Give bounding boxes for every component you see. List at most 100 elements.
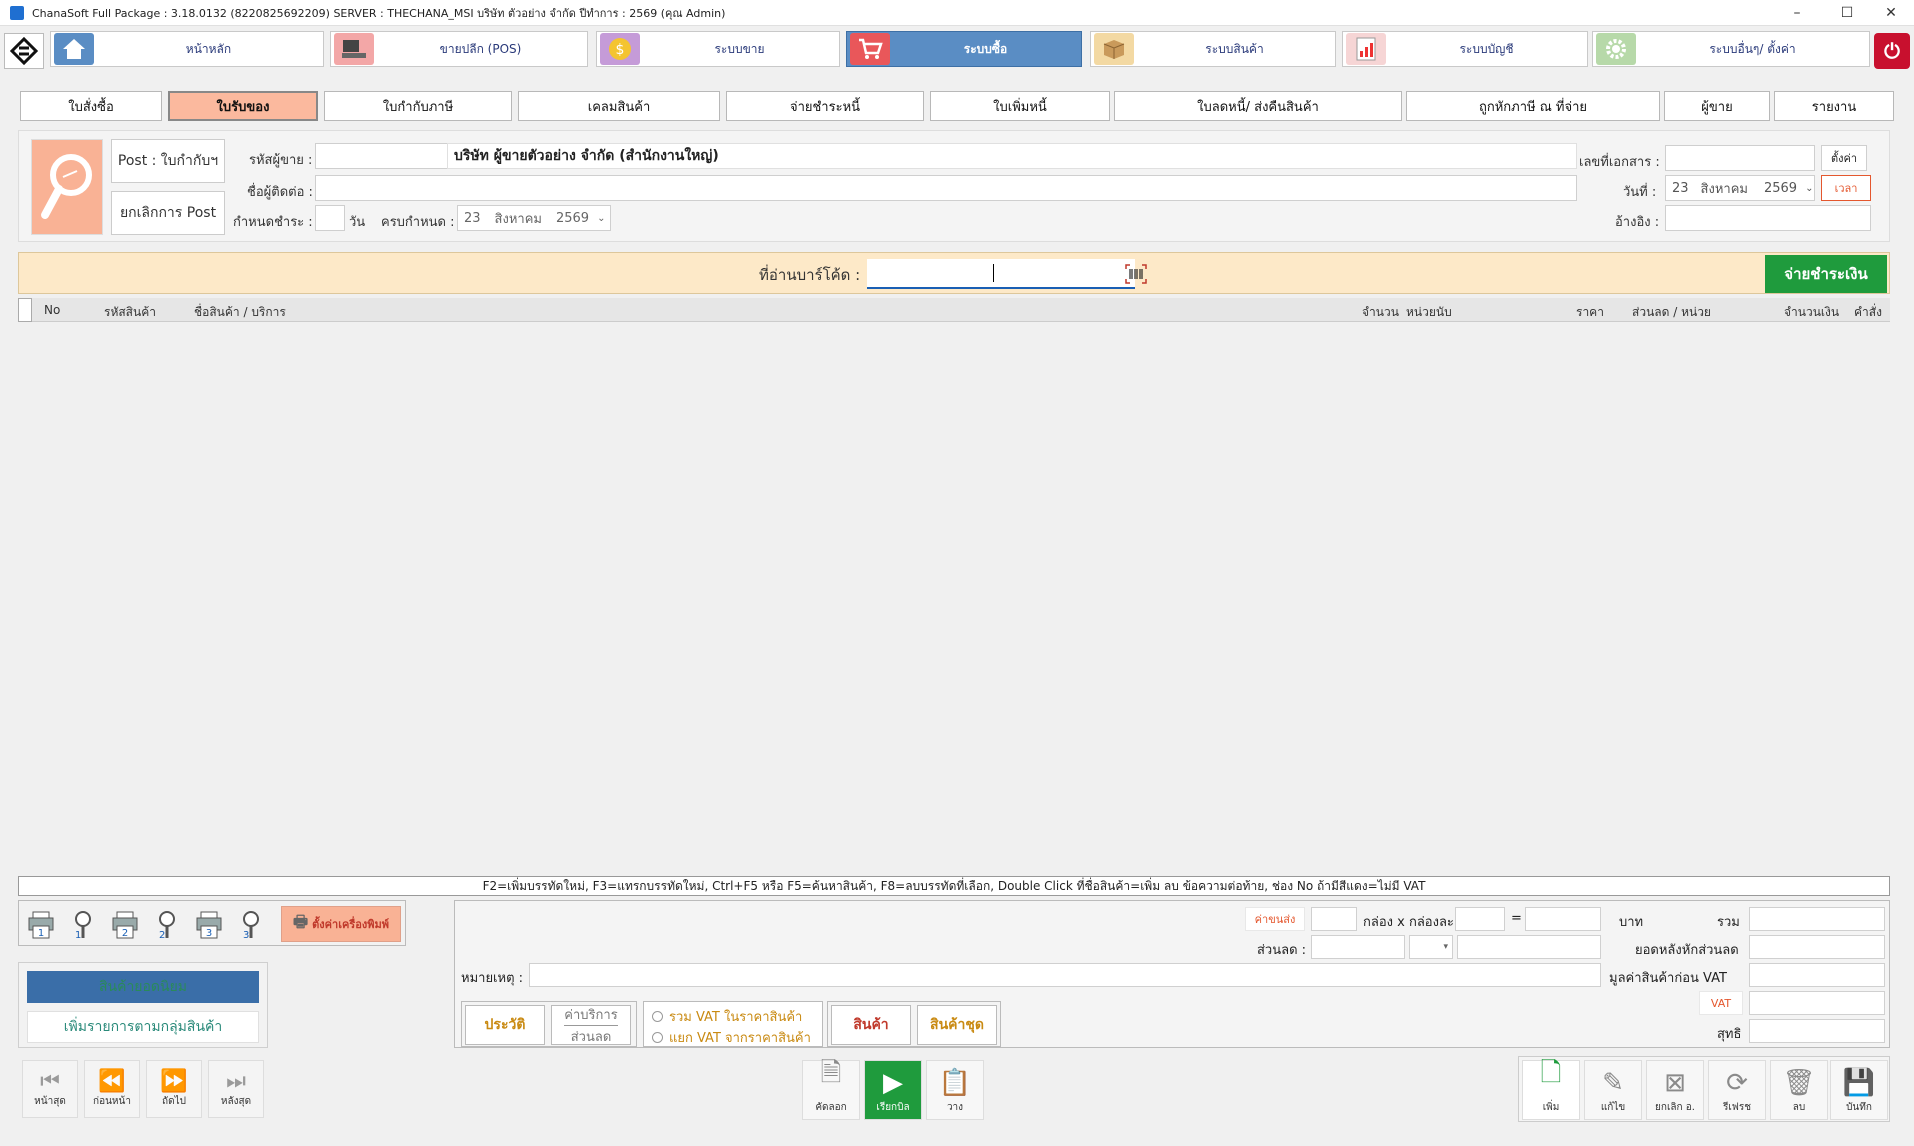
history-button[interactable]: ประวัติ (465, 1005, 545, 1045)
due-day: 23 (464, 210, 481, 226)
cancel-post-button[interactable]: ยกเลิกการ Post (111, 191, 225, 235)
nav-next-button[interactable]: ⏩ ถัดไป (146, 1060, 202, 1118)
add-button[interactable]: 🗋 เพิ่ม (1522, 1058, 1580, 1120)
discount-amount-input[interactable] (1457, 935, 1601, 959)
nav-last-button[interactable]: ⏭ หลังสุด (208, 1060, 264, 1118)
printer-setup-button[interactable]: 🖶 ตั้งค่าเครื่องพิมพ์ (281, 906, 401, 942)
tab-credit-note[interactable]: ใบลดหนี้/ ส่งคืนสินค้า (1114, 91, 1402, 121)
product-button[interactable]: สินค้า (831, 1005, 911, 1045)
tab-report[interactable]: รายงาน (1774, 91, 1894, 121)
doc-number-label: เลขที่เอกสาร : (1579, 155, 1660, 170)
product-shortcut-panel: สินค้ายอดนิยม เพิ่มรายการตามกลุ่มสินค้า (18, 962, 268, 1048)
logo-button[interactable] (4, 33, 44, 69)
refresh-button[interactable]: ⟳ รีเฟรช (1708, 1060, 1766, 1120)
menu-sales[interactable]: $ ระบบขาย (596, 31, 840, 67)
doc-date-picker[interactable]: 23 สิงหาคม 2569 ⌄ (1665, 175, 1815, 201)
void-button[interactable]: ⊠ ยกเลิก อ. (1646, 1060, 1704, 1120)
print-button-2[interactable]: 2 (107, 906, 143, 942)
add-by-group-button[interactable]: เพิ่มรายการตามกลุ่มสินค้า (27, 1011, 259, 1043)
vat-included-radio[interactable]: รวม VAT ในราคาสินค้า (652, 1006, 802, 1027)
payment-term-days-input[interactable] (315, 205, 345, 231)
paste-button[interactable]: 📋 วาง (926, 1060, 984, 1120)
service-discount-label: ส่วนลด (570, 1029, 612, 1045)
note-input[interactable] (529, 963, 1601, 987)
tab-debit-note[interactable]: ใบเพิ่มหนี้ (930, 91, 1110, 121)
doc-number-input[interactable] (1665, 145, 1815, 171)
contact-input[interactable] (315, 175, 1577, 201)
nav-previous-button[interactable]: ⏪ ก่อนหน้า (84, 1060, 140, 1118)
due-date-label: ครบกำหนด : (381, 215, 455, 230)
menu-home[interactable]: หน้าหลัก (50, 31, 324, 67)
shipping-button[interactable]: ค่าขนส่ง (1245, 907, 1305, 931)
menu-inventory[interactable]: ระบบสินค้า (1090, 31, 1336, 67)
due-date-picker[interactable]: 23 สิงหาคม 2569 ⌄ (457, 205, 611, 231)
popular-products-button[interactable]: สินค้ายอดนิยม (27, 971, 259, 1003)
select-all-checkbox[interactable] (18, 298, 32, 322)
minimize-button[interactable]: – (1774, 0, 1820, 26)
items-grid-body[interactable] (18, 322, 1890, 876)
tab-withholding-tax[interactable]: ถูกหักภาษี ณ ที่จ่าย (1406, 91, 1660, 121)
delete-button[interactable]: 🗑 ลบ (1770, 1060, 1828, 1120)
vendor-code-label: รหัสผู้ขาย : (249, 153, 313, 168)
before-vat-label: มูลค่าสินค้าก่อน VAT (1609, 971, 1727, 986)
preview-button-2[interactable]: 2 (149, 906, 185, 942)
total-label: รวม (1717, 915, 1740, 930)
nav-first-button[interactable]: ⏮ หน้าสุด (22, 1060, 78, 1118)
date-day: 23 (1672, 180, 1689, 196)
tab-claim[interactable]: เคลมสินค้า (518, 91, 720, 121)
preview-button-1[interactable]: 1 (65, 906, 101, 942)
print-button-1[interactable]: 1 (23, 906, 59, 942)
per-box-input[interactable] (1455, 907, 1505, 931)
save-button[interactable]: 💾 บันทึก (1830, 1060, 1888, 1120)
vendor-name-field[interactable]: บริษัท ผู้ขายตัวอย่าง จำกัด (สำนักงานใหญ… (447, 143, 1577, 169)
call-bill-button[interactable]: ▶ เรียกบิล (864, 1060, 922, 1120)
menu-inventory-label: ระบบสินค้า (1205, 41, 1264, 56)
printer-icon: 1 (28, 911, 54, 939)
discount-type-select[interactable]: ▾ (1409, 935, 1453, 959)
equals-label: = (1511, 911, 1522, 926)
document-copy-icon: 🗎 (820, 1058, 842, 1088)
tab-purchase-order[interactable]: ใบสั่งซื้อ (20, 91, 162, 121)
box-count-input[interactable] (1311, 907, 1357, 931)
menu-settings[interactable]: ระบบอื่นๆ/ ตั้งค่า (1592, 31, 1870, 67)
print-panel: 1 1 2 2 3 3 🖶 ตั้งค่าเครื่องพิมพ์ (18, 900, 406, 946)
power-icon[interactable]: ⏻ (1874, 33, 1910, 69)
menu-settings-label: ระบบอื่นๆ/ ตั้งค่า (1709, 41, 1796, 56)
barcode-bar: ที่อ่านบาร์โค้ด : จ่ายชำระเงิน (18, 252, 1890, 294)
copy-button[interactable]: 🗎 คัดลอก (802, 1058, 860, 1120)
service-discount-button[interactable]: ค่าบริการ ส่วนลด (551, 1005, 631, 1045)
pos-terminal-icon (334, 33, 374, 65)
pay-button[interactable]: จ่ายชำระเงิน (1765, 255, 1887, 293)
date-month: สิงหาคม (1700, 181, 1748, 197)
product-set-button[interactable]: สินค้าชุด (917, 1005, 997, 1045)
barcode-input[interactable] (867, 259, 1135, 289)
print-button-3[interactable]: 3 (191, 906, 227, 942)
preview-button-3[interactable]: 3 (233, 906, 269, 942)
edit-button[interactable]: ✎ แก้ไข (1584, 1060, 1642, 1120)
time-button[interactable]: เวลา (1821, 175, 1871, 201)
shipping-total-input[interactable] (1525, 907, 1601, 931)
tab-vendor[interactable]: ผู้ขาย (1664, 91, 1770, 121)
menu-purchase[interactable]: ระบบซื้อ (846, 31, 1082, 67)
vat-button[interactable]: VAT (1699, 991, 1743, 1015)
search-document-button[interactable] (31, 139, 103, 235)
vat-excluded-radio[interactable]: แยก VAT จากราคาสินค้า (652, 1027, 811, 1048)
tab-goods-receipt[interactable]: ใบรับของ (168, 91, 318, 121)
close-window-button[interactable]: ✕ (1868, 0, 1914, 26)
vendor-code-input[interactable] (315, 143, 461, 169)
barcode-label: ที่อ่านบาร์โค้ด : (759, 266, 861, 284)
menu-accounting[interactable]: ระบบบัญชี (1342, 31, 1588, 67)
menu-pos[interactable]: ขายปลีก (POS) (330, 31, 588, 67)
service-fee-label: ค่าบริการ (564, 1004, 618, 1026)
barcode-scan-icon[interactable] (1123, 261, 1149, 287)
days-label: วัน (349, 215, 366, 230)
tab-pay-debt[interactable]: จ่ายชำระหนี้ (726, 91, 924, 121)
reference-input[interactable] (1665, 205, 1871, 231)
delete-label: ลบ (1792, 1102, 1806, 1113)
preview-magnifier-icon: 3 (243, 911, 259, 940)
doc-number-setting-button[interactable]: ตั้งค่า (1821, 145, 1867, 171)
post-tax-invoice-button[interactable]: Post : ใบกำกับฯ (111, 139, 225, 183)
maximize-button[interactable]: ☐ (1824, 0, 1870, 26)
tab-tax-invoice[interactable]: ใบกำกับภาษี (324, 91, 512, 121)
discount-input[interactable] (1311, 935, 1405, 959)
